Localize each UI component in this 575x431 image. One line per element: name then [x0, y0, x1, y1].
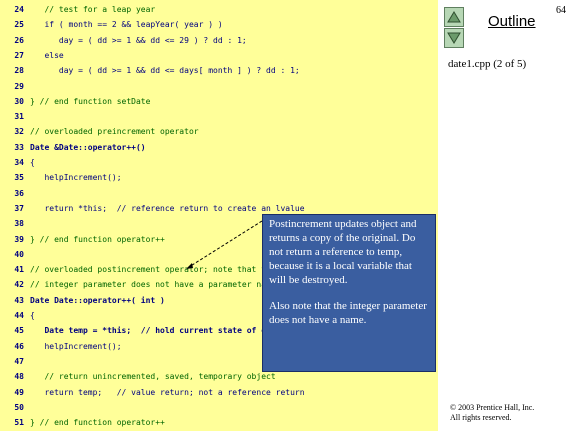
copyright-line-1: © 2003 Prentice Hall, Inc.	[450, 403, 535, 412]
callout-arrow	[186, 220, 263, 269]
copyright-notice: © 2003 Prentice Hall, Inc. All rights re…	[450, 403, 534, 423]
copyright-line-2: All rights reserved.	[450, 413, 512, 422]
